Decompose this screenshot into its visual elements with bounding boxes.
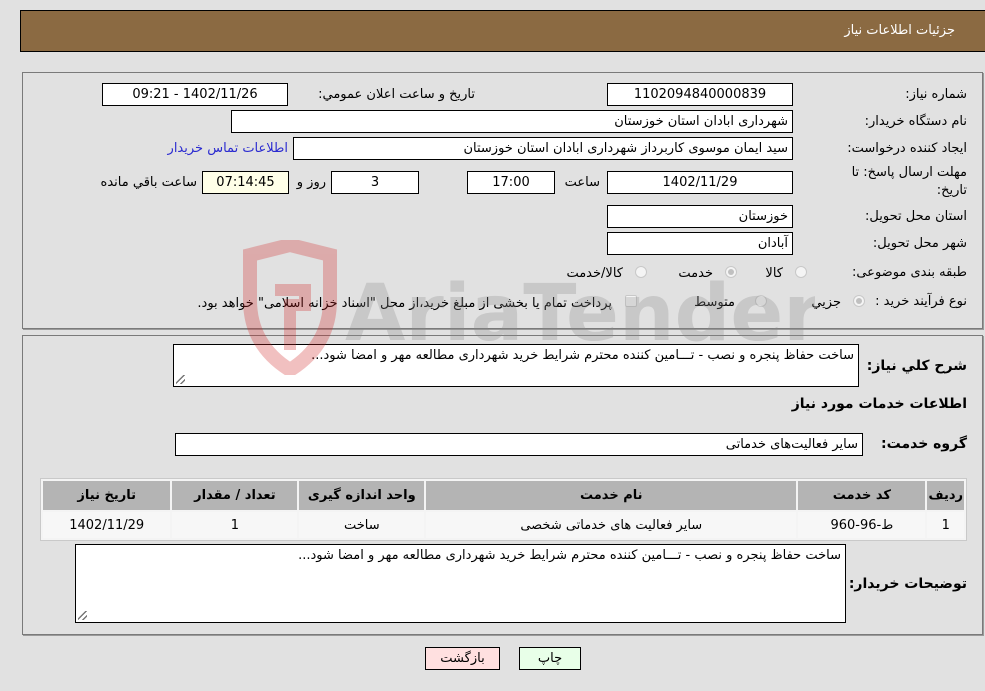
remaining-label: ساعت باقي مانده [100, 175, 197, 190]
buyer-notes-label: توضيحات خريدار: [848, 576, 967, 592]
creator-label: ايجاد کننده درخواست: [847, 141, 967, 156]
city-field[interactable]: آبادان [607, 232, 793, 255]
category-radio-goods-service[interactable] [635, 266, 647, 278]
services-table-header: رديف کد خدمت نام خدمت واحد اندازه گيری ت… [43, 481, 964, 510]
cell-unit: ساخت [299, 512, 425, 538]
col-row-number: رديف [927, 481, 964, 510]
treasury-checkbox-label: پرداخت تمام يا بخشی از مبلغ خريد،از محل … [197, 296, 612, 311]
cell-need-date: 1402/11/29 [43, 512, 171, 538]
back-button[interactable]: بازگشت [425, 647, 500, 670]
remaining-time-field: 07:14:45 [202, 171, 289, 194]
service-group-label: گروه خدمت: [881, 436, 967, 452]
col-need-date: تاريخ نياز [43, 481, 171, 510]
need-number-label: شماره نیاز: [905, 87, 967, 102]
table-row: 1 ط-96-960 ساير فعاليت های خدماتی شخصی س… [43, 512, 964, 538]
category-option-service: خدمت [678, 266, 713, 281]
col-service-code: کد خدمت [798, 481, 926, 510]
category-radio-goods[interactable] [795, 266, 807, 278]
time-label: ساعت [564, 175, 600, 190]
category-radio-service[interactable] [725, 266, 737, 278]
province-label: استان محل تحويل: [865, 209, 967, 224]
cell-service-name: ساير فعاليت های خدماتی شخصی [426, 512, 797, 538]
general-desc-text: ساخت حفاظ پنجره و نصب - تـــامین کننده م… [311, 348, 854, 363]
cell-quantity: 1 [172, 512, 298, 538]
creator-field[interactable]: سید ایمان موسوی کاربرداز شهرداری ابادان … [293, 137, 793, 160]
cell-service-code: ط-96-960 [798, 512, 926, 538]
category-label: طبقه بندی موضوعی: [851, 265, 967, 280]
days-field[interactable]: 3 [331, 171, 419, 194]
category-option-goods: کالا [765, 266, 783, 281]
buyer-notes-text: ساخت حفاظ پنجره و نصب - تـــامین کننده م… [298, 548, 841, 563]
need-number-field[interactable]: 1102094840000839 [607, 83, 793, 106]
process-label: نوع فرآیند خريد : [875, 294, 967, 309]
province-field[interactable]: خوزستان [607, 205, 793, 228]
print-button[interactable]: چاپ [519, 647, 581, 670]
process-option-medium: متوسط [694, 295, 735, 310]
buyer-notes-textarea[interactable]: ساخت حفاظ پنجره و نصب - تـــامین کننده م… [75, 544, 846, 623]
deadline-label-2: تاريخ: [936, 183, 967, 198]
col-quantity: تعداد / مقدار [172, 481, 298, 510]
resize-grip-icon[interactable] [78, 611, 87, 620]
resize-grip-icon[interactable] [176, 375, 185, 384]
page-header: جزئیات اطلاعات نیاز [20, 10, 985, 52]
buyer-org-field[interactable]: شهرداری ابادان استان خوزستان [231, 110, 793, 133]
page-title: جزئیات اطلاعات نیاز [844, 23, 955, 38]
treasury-checkbox[interactable] [625, 295, 637, 307]
process-radio-medium[interactable] [755, 295, 767, 307]
deadline-date-field[interactable]: 1402/11/29 [607, 171, 793, 194]
days-label: روز و [296, 175, 326, 190]
city-label: شهر محل تحويل: [872, 236, 967, 251]
deadline-time-field[interactable]: 17:00 [467, 171, 555, 194]
category-option-goods-service: کالا/خدمت [566, 266, 623, 281]
announce-datetime-field[interactable]: 1402/11/26 - 09:21 [102, 83, 288, 106]
cell-row-number: 1 [927, 512, 964, 538]
announce-label: تاريخ و ساعت اعلان عمومي: [318, 87, 475, 102]
buyer-org-label: نام دستگاه خريدار: [864, 114, 967, 129]
buyer-contact-link[interactable]: اطلاعات تماس خريدار [168, 141, 288, 156]
process-radio-minor[interactable] [853, 295, 865, 307]
col-service-name: نام خدمت [426, 481, 797, 510]
deadline-label: مهلت ارسال پاسخ: تا [851, 165, 967, 180]
general-desc-textarea[interactable]: ساخت حفاظ پنجره و نصب - تـــامین کننده م… [173, 344, 859, 387]
general-desc-label: شرح کلي نياز: [866, 358, 967, 374]
services-table: رديف کد خدمت نام خدمت واحد اندازه گيری ت… [40, 478, 967, 541]
col-unit: واحد اندازه گيری [299, 481, 425, 510]
process-option-minor: جزيي [811, 295, 841, 310]
service-group-field[interactable]: ساير فعاليت‌هاى خدماتى [175, 433, 863, 456]
services-heading: اطلاعات خدمات مورد نياز [791, 396, 967, 412]
